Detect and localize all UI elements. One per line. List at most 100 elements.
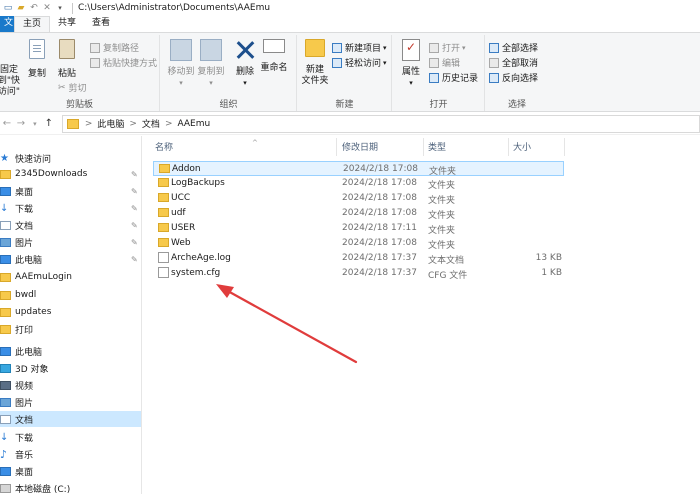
open-button[interactable]: 打开 ▾ [429, 41, 466, 54]
breadcrumb[interactable]: > 此电脑 > 文档 > AAEmu [61, 114, 700, 133]
table-row[interactable]: UCC 2024/2/18 17:08 文件夹 [153, 191, 564, 206]
nav-item-this-pc-quick[interactable]: 此电脑 ✎ [0, 251, 141, 267]
nav-item-local-disk-c[interactable]: 本地磁盘 (C:) [0, 480, 141, 494]
back-arrow-icon[interactable]: ← [0, 118, 14, 129]
pin-quick-access-button[interactable]: 固定到"快 访问" [0, 65, 24, 98]
column-header-type[interactable]: 类型 [428, 140, 446, 156]
tab-view[interactable]: 查看 [84, 16, 118, 32]
history-button[interactable]: 历史记录 [429, 71, 478, 84]
chevron-down-icon[interactable]: ▾ [54, 2, 66, 14]
nav-item-2345downloads[interactable]: 2345Downloads ✎ [0, 166, 141, 182]
nav-item-label: 文档 [15, 415, 34, 426]
nav-item-updates[interactable]: updates [0, 304, 141, 320]
select-none-button[interactable]: 全部取消 [489, 56, 538, 69]
edit-button[interactable]: 编辑 [429, 56, 460, 69]
up-arrow-icon[interactable]: ↑ [42, 118, 56, 129]
column-divider[interactable] [336, 138, 337, 156]
table-row[interactable]: LogBackups 2024/2/18 17:08 文件夹 [153, 176, 564, 191]
nav-item-print[interactable]: 打印 [0, 321, 141, 337]
nav-item-downloads[interactable]: ↓ 下载 ✎ [0, 200, 141, 216]
table-row[interactable]: udf 2024/2/18 17:08 文件夹 [153, 206, 564, 221]
nav-item-pc-documents[interactable]: 文档 [0, 411, 141, 427]
rename-button[interactable]: 重命名 [259, 39, 289, 74]
nav-quick-access[interactable]: ★ 快速访问 [0, 150, 141, 166]
history-label: 历史记录 [442, 74, 479, 84]
table-row[interactable]: system.cfg 2024/2/18 17:37 CFG 文件 1 KB [153, 266, 564, 281]
easy-access-button[interactable]: 轻松访问 ▾ [332, 56, 387, 69]
easy-access-label: 轻松访问 [345, 59, 382, 69]
new-folder-qa-icon[interactable]: ▰ [15, 2, 27, 14]
select-none-icon [489, 57, 499, 68]
nav-item-pc-downloads[interactable]: ↓ 下载 [0, 429, 141, 445]
delete-x-icon [234, 39, 256, 61]
nav-item-3d-objects[interactable]: 3D 对象 [0, 360, 141, 376]
nav-item-pc-pictures[interactable]: 图片 [0, 394, 141, 410]
properties-chevron-icon: ▾ [409, 79, 413, 87]
sort-caret-icon: ^ [252, 139, 258, 147]
pin-icon[interactable]: ✎ [131, 221, 138, 230]
address-bar: ← → ▾ ↑ > 此电脑 > 文档 > AAEmu [0, 113, 700, 135]
nav-item-aaemulogin[interactable]: AAEmuLogin [0, 269, 141, 285]
nav-item-pc-desktop[interactable]: 桌面 [0, 463, 141, 479]
cut-button[interactable]: ✂ 剪切 [58, 81, 87, 95]
table-row[interactable]: USER 2024/2/18 17:11 文件夹 [153, 221, 564, 236]
forward-arrow-icon[interactable]: → [14, 118, 28, 129]
copy-button[interactable]: 复制 [26, 39, 48, 80]
folder-icon [0, 290, 11, 300]
delete-button[interactable]: 删除 ▾ [233, 39, 257, 89]
new-item-button[interactable]: 新建项目 ▾ [332, 41, 387, 54]
pin-icon[interactable]: ✎ [131, 204, 138, 213]
copy-path-label: 复制路径 [103, 44, 140, 54]
column-header-size[interactable]: 大小 [513, 140, 531, 156]
tab-home[interactable]: 主页 [14, 16, 51, 32]
column-header-modified[interactable]: 修改日期 [342, 140, 378, 156]
table-row[interactable]: ArcheAge.log 2024/2/18 17:37 文本文档 13 KB [153, 251, 564, 266]
close-qa-icon[interactable]: ✕ [41, 2, 53, 14]
copy-path-button[interactable]: 复制路径 [90, 41, 139, 54]
file-name: Web [171, 238, 191, 248]
file-type: 文件夹 [428, 211, 456, 221]
breadcrumb-documents[interactable]: 文档 [142, 117, 160, 130]
column-divider[interactable] [423, 138, 424, 156]
recent-chevron-icon[interactable]: ▾ [28, 120, 42, 128]
move-to-label: 移动到 [167, 67, 195, 77]
move-to-button[interactable]: 移动到 ▾ [167, 39, 195, 89]
select-all-button[interactable]: 全部选择 [489, 41, 538, 54]
nav-item-pictures[interactable]: 图片 ✎ [0, 234, 141, 250]
tab-file[interactable]: 文件 [0, 16, 14, 32]
nav-item-documents[interactable]: 文档 ✎ [0, 217, 141, 233]
documents-icon [0, 414, 11, 424]
properties-button[interactable]: 属性 ▾ [399, 39, 423, 89]
open-label: 打开 [442, 44, 461, 54]
properties-qa-icon[interactable]: ▭ [2, 2, 14, 14]
pin-icon[interactable]: ✎ [131, 255, 138, 264]
nav-this-pc[interactable]: 此电脑 [0, 343, 141, 359]
table-row[interactable]: Web 2024/2/18 17:08 文件夹 [153, 236, 564, 251]
undo-icon[interactable]: ↶ [28, 2, 40, 14]
breadcrumb-separator: > [164, 118, 173, 129]
invert-selection-button[interactable]: 反向选择 [489, 71, 538, 84]
nav-item-desktop[interactable]: 桌面 ✎ [0, 183, 141, 199]
pin-icon[interactable]: ✎ [131, 187, 138, 196]
delete-chevron-icon: ▾ [243, 79, 247, 87]
pin-icon[interactable]: ✎ [131, 238, 138, 247]
column-divider[interactable] [564, 138, 565, 156]
tab-share[interactable]: 共享 [50, 16, 84, 32]
pin-icon[interactable]: ✎ [131, 170, 138, 179]
paste-button[interactable]: 粘贴 [56, 39, 78, 80]
nav-item-label: 视频 [15, 381, 34, 392]
copy-to-button[interactable]: 复制到 ▾ [197, 39, 225, 89]
breadcrumb-this-pc[interactable]: 此电脑 [97, 117, 124, 130]
nav-item-videos[interactable]: 视频 [0, 377, 141, 393]
table-row[interactable]: Addon 2024/2/18 17:08 文件夹 [153, 161, 564, 177]
paste-shortcut-button[interactable]: 粘贴快捷方式 [90, 56, 157, 69]
file-name: UCC [171, 193, 191, 203]
nav-item-music[interactable]: ♪ 音乐 [0, 446, 141, 462]
breadcrumb-aaemu[interactable]: AAEmu [177, 119, 210, 129]
nav-item-bwdl[interactable]: bwdl [0, 287, 141, 303]
properties-icon [402, 39, 420, 61]
column-header-name[interactable]: 名称 ^ [155, 139, 258, 156]
new-folder-button[interactable]: 新建 文件夹 [300, 39, 330, 87]
new-folder-label-1: 新建 [305, 65, 324, 75]
column-divider[interactable] [508, 138, 509, 156]
